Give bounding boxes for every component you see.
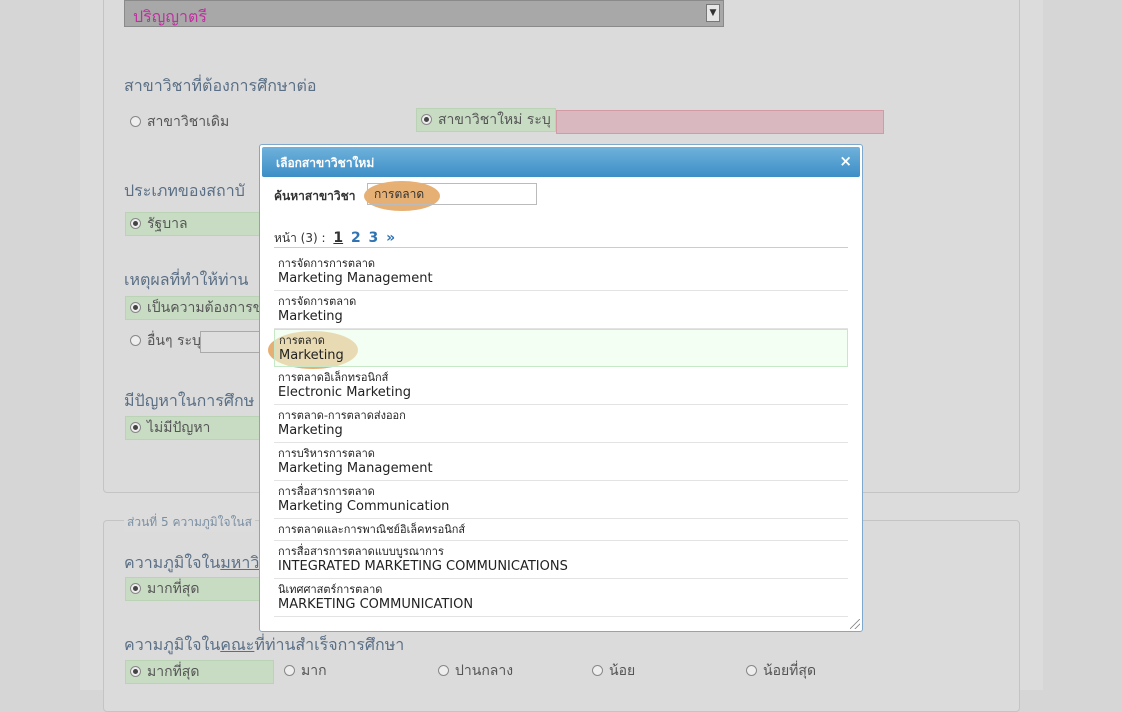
major-option-old-label: สาขาวิชาเดิม (147, 114, 230, 130)
major-heading: สาขาวิชาที่ต้องการศึกษาต่อ (124, 76, 317, 95)
item-english-name: Marketing Management (278, 461, 433, 476)
page-link-1[interactable]: 1 (333, 230, 343, 246)
pride-faculty-option-much[interactable]: มาก (284, 660, 327, 682)
item-english-name: Marketing (279, 348, 344, 363)
item-thai-name: การสื่อสารการตลาด (278, 485, 375, 498)
item-english-name: Marketing (278, 423, 343, 438)
radio-icon[interactable] (421, 114, 432, 125)
pride-university-prefix: ความภูมิใจใน (124, 553, 221, 572)
pride-faculty-option-label: มากที่สุด (147, 664, 200, 680)
list-item[interactable]: การบริหารการตลาด Marketing Management (274, 443, 848, 481)
page-link-3[interactable]: 3 (369, 230, 379, 246)
radio-icon[interactable] (130, 583, 141, 594)
reason-heading: เหตุผลที่ทำให้ท่าน (124, 270, 249, 289)
radio-icon[interactable] (592, 665, 603, 676)
dialog-header[interactable]: เลือกสาขาวิชาใหม่ × (262, 147, 860, 177)
select-major-dialog: เลือกสาขาวิชาใหม่ × ค้นหาสาขาวิชา หน้า (… (259, 144, 863, 632)
major-option-old[interactable]: สาขาวิชาเดิม (130, 111, 229, 133)
major-new-input[interactable] (556, 110, 884, 134)
pride-faculty-option-label: น้อยที่สุด (763, 663, 817, 679)
list-item[interactable]: การสื่อสารการตลาดแบบบูรณาการ INTEGRATED … (274, 541, 848, 579)
item-english-name: Electronic Marketing (278, 385, 412, 400)
pride-university-heading: ความภูมิใจในมหาวิ (124, 551, 259, 576)
radio-icon[interactable] (130, 666, 141, 677)
item-thai-name: การตลาด (279, 334, 325, 347)
pager-label: หน้า (3) : (274, 231, 326, 245)
search-input[interactable] (367, 183, 537, 205)
reason-option-1[interactable]: เป็นความต้องการขอ (125, 296, 274, 320)
radio-icon[interactable] (130, 335, 141, 346)
pride-faculty-option-label: ปานกลาง (455, 663, 514, 679)
institution-option-government[interactable]: รัฐบาล (125, 212, 274, 236)
reason-option-other[interactable]: อื่นๆ ระบุ (130, 330, 201, 352)
pride-university-option-label: มากที่สุด (147, 581, 200, 597)
item-thai-name: การจัดการการตลาด (278, 257, 376, 270)
item-english-name: MARKETING COMMUNICATION (278, 597, 474, 612)
reason-other-input[interactable] (200, 331, 260, 353)
resize-handle-icon[interactable] (850, 619, 860, 629)
item-english-name: Marketing (278, 309, 343, 324)
radio-icon[interactable] (438, 665, 449, 676)
list-item-selected[interactable]: การตลาด Marketing (274, 329, 848, 367)
list-item[interactable]: การสื่อสารการตลาด Marketing Communicatio… (274, 481, 848, 519)
item-english-name: Marketing Communication (278, 499, 450, 514)
radio-icon[interactable] (130, 422, 141, 433)
pride-faculty-option-least[interactable]: น้อยที่สุด (746, 660, 816, 682)
item-thai-name: การจัดการตลาด (278, 295, 357, 308)
radio-icon[interactable] (284, 665, 295, 676)
search-label: ค้นหาสาขาวิชา (274, 189, 356, 203)
major-list: การจัดการการตลาด Marketing Management กา… (274, 253, 848, 617)
pride-faculty-option-little[interactable]: น้อย (592, 660, 635, 682)
list-item[interactable]: การตลาดอิเล็กทรอนิกส์ Electronic Marketi… (274, 367, 848, 405)
list-item[interactable]: นิเทศศาสตร์การตลาด MARKETING COMMUNICATI… (274, 579, 848, 617)
institution-option-label: รัฐบาล (147, 216, 188, 232)
problem-option-none[interactable]: ไม่มีปัญหา (125, 416, 274, 440)
pride-faculty-heading: ความภูมิใจในคณะที่ท่านสำเร็จการศึกษา (124, 633, 404, 658)
item-thai-name: การบริหารการตลาด (278, 447, 375, 460)
degree-select[interactable]: ปริญญาตรี ▼ (124, 0, 724, 27)
next-page-link[interactable]: » (386, 230, 395, 246)
item-english-name: Marketing Management (278, 271, 433, 286)
list-item[interactable]: การตลาด-การตลาดส่งออก Marketing (274, 405, 848, 443)
item-english-name: INTEGRATED MARKETING COMMUNICATIONS (278, 559, 568, 574)
radio-icon[interactable] (130, 116, 141, 127)
major-option-new[interactable]: สาขาวิชาใหม่ ระบุ (416, 108, 556, 132)
degree-select-value: ปริญญาตรี (133, 7, 207, 26)
institution-heading: ประเภทของสถาบั (124, 181, 245, 200)
problem-option-label: ไม่มีปัญหา (147, 420, 211, 436)
list-item[interactable]: การตลาดและการพาณิชย์อิเล็คทรอนิกส์ (274, 519, 848, 541)
item-thai-name: การสื่อสารการตลาดแบบบูรณาการ (278, 545, 444, 558)
pride-faculty-suffix: ที่ท่านสำเร็จการศึกษา (254, 635, 405, 654)
section5-legend: ส่วนที่ 5 ความภูมิใจในส (124, 513, 255, 532)
pager-divider (274, 247, 848, 248)
problem-heading: มีปัญหาในการศึกษ (124, 391, 255, 410)
item-thai-name: การตลาดอิเล็กทรอนิกส์ (278, 371, 389, 384)
pagination: หน้า (3) : 1 2 3 » (274, 229, 395, 248)
item-thai-name: การตลาดและการพาณิชย์อิเล็คทรอนิกส์ (278, 523, 466, 536)
item-thai-name: นิเทศศาสตร์การตลาด (278, 583, 383, 596)
item-thai-name: การตลาด-การตลาดส่งออก (278, 409, 406, 422)
major-option-new-label: สาขาวิชาใหม่ ระบุ (438, 112, 551, 128)
close-icon[interactable]: × (839, 152, 852, 170)
radio-icon[interactable] (130, 302, 141, 313)
pride-university-underlined: มหาวิ (220, 553, 260, 572)
reason-option-other-label: อื่นๆ ระบุ (147, 333, 201, 349)
radio-icon[interactable] (130, 218, 141, 229)
pride-faculty-option-label: มาก (301, 663, 327, 679)
radio-icon[interactable] (746, 665, 757, 676)
reason-option-1-label: เป็นความต้องการขอ (147, 300, 271, 316)
pride-faculty-option-label: น้อย (609, 663, 636, 679)
pride-faculty-underlined: คณะ (220, 635, 255, 654)
pride-faculty-prefix: ความภูมิใจใน (124, 635, 221, 654)
page-link-2[interactable]: 2 (351, 230, 361, 246)
chevron-down-icon[interactable]: ▼ (706, 4, 720, 22)
pride-university-option[interactable]: มากที่สุด (125, 577, 274, 601)
pride-faculty-option-medium[interactable]: ปานกลาง (438, 660, 513, 682)
dialog-title: เลือกสาขาวิชาใหม่ (276, 156, 375, 170)
list-item[interactable]: การจัดการการตลาด Marketing Management (274, 253, 848, 291)
list-item[interactable]: การจัดการตลาด Marketing (274, 291, 848, 329)
pride-faculty-option-most[interactable]: มากที่สุด (125, 660, 274, 684)
